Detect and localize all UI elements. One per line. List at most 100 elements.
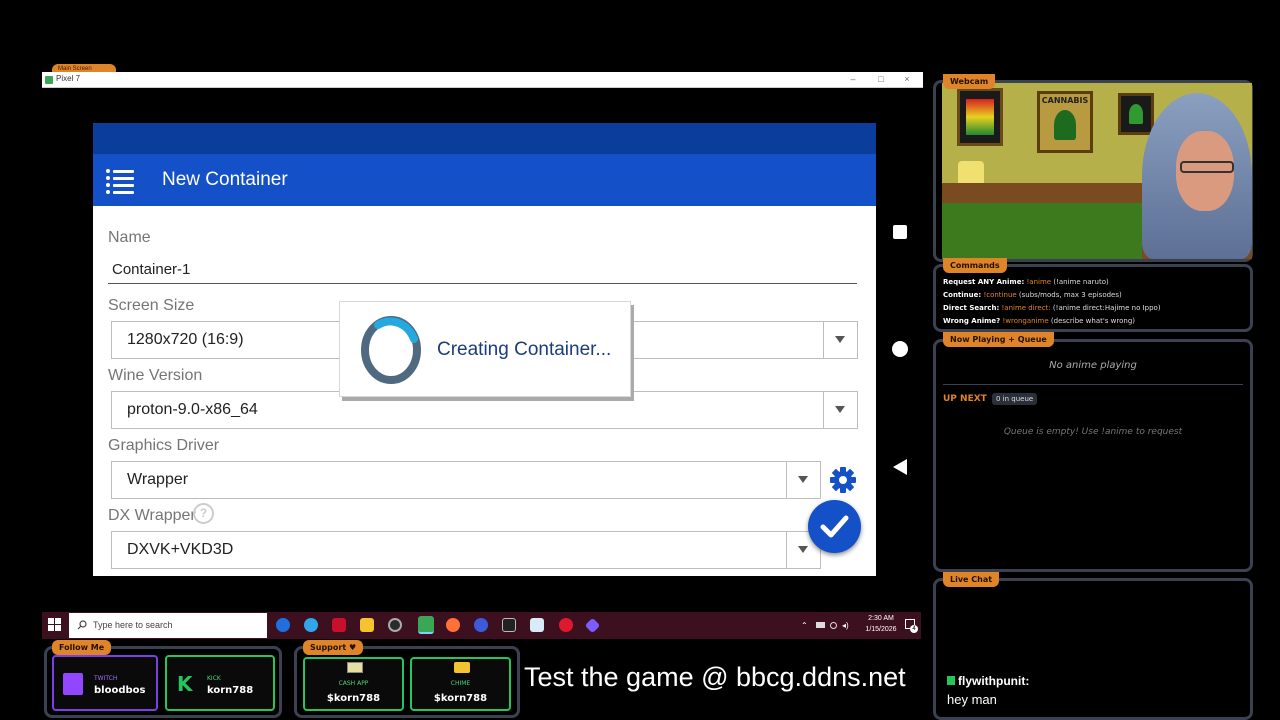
wine-version-value: proton-9.0-x86_64 [127, 401, 258, 418]
chime-handle: $korn788 [433, 693, 488, 704]
cashapp-label: CASH APP [338, 680, 369, 687]
command-line: Continue: !continue (subs/mods, max 3 ep… [943, 291, 1122, 299]
screen-size-label: Screen Size [108, 297, 195, 314]
chevron-down-icon [835, 336, 845, 343]
command-line: Direct Search: !anime direct: (!anime di… [943, 304, 1161, 312]
window-title: Pixel 7 [56, 74, 81, 83]
now-playing-tab: Now Playing + Queue [943, 332, 1054, 347]
kick-card[interactable]: K KICK korn788 [165, 655, 275, 711]
twitch-card[interactable]: TWITCH bloodbos [52, 655, 158, 711]
browser-icon[interactable] [304, 618, 318, 632]
minimize-button[interactable]: – [840, 72, 866, 87]
dx-wrapper-select[interactable]: DXVK+VKD3D [111, 531, 821, 569]
now-playing-status: No anime playing [1049, 360, 1137, 371]
dx-wrapper-value: DXVK+VKD3D [127, 541, 234, 558]
screen-size-dropdown[interactable] [823, 322, 857, 358]
obs-icon[interactable] [388, 618, 402, 632]
name-input[interactable]: Container-1 [108, 260, 857, 284]
media-player-icon[interactable] [474, 618, 488, 632]
maximize-button[interactable]: □ [868, 72, 894, 87]
twitch-label: TWITCH [94, 675, 118, 682]
loading-spinner-icon [361, 316, 421, 384]
webcam-tab: Webcam [943, 74, 996, 89]
command-line: Request ANY Anime: !anime (!anime naruto… [943, 278, 1109, 286]
chevron-down-icon [835, 406, 845, 413]
app-icon[interactable] [332, 618, 346, 632]
twitch-username: bloodbos [94, 685, 146, 696]
graphics-driver-dropdown[interactable] [786, 462, 820, 498]
lamp-image [958, 161, 984, 183]
youtube-icon[interactable] [559, 618, 573, 632]
follow-panel: TWITCH bloodbos K KICK korn788 [44, 646, 282, 718]
chime-card[interactable]: CHIME $korn788 [410, 657, 511, 711]
command-line: Wrong Anime? !wronganime (describe what'… [943, 317, 1135, 325]
streamer-image [1142, 93, 1252, 259]
now-playing-panel: No anime playing UP NEXT 0 in queue Queu… [933, 339, 1253, 572]
help-icon[interactable]: ? [193, 503, 214, 524]
poster-text: CANNABIS [1041, 96, 1089, 105]
chevron-down-icon [798, 476, 808, 483]
windows-taskbar: Type here to search ⌃ ◂) 2:30 AM 1/15/20… [42, 612, 921, 639]
network-icon[interactable] [830, 622, 837, 629]
notification-badge: 4 [910, 625, 918, 633]
confirm-button[interactable] [808, 500, 861, 553]
page-title: New Container [162, 169, 288, 190]
chime-label: CHIME [450, 680, 471, 687]
queue-count-badge: 0 in queue [992, 393, 1038, 405]
windows-start-icon[interactable] [48, 618, 62, 632]
volume-icon[interactable]: ◂) [842, 621, 849, 630]
close-button[interactable]: × [894, 72, 920, 87]
emulator-title-bar: Pixel 7 – □ × [42, 72, 923, 88]
firefox-icon[interactable] [446, 618, 460, 632]
graphics-settings-gear-icon[interactable] [829, 466, 857, 494]
status-bar [93, 123, 876, 154]
up-next-label: UP NEXT [943, 394, 987, 404]
chevron-down-icon [798, 546, 808, 553]
live-chat-tab: Live Chat [943, 572, 1000, 587]
poster-image [957, 88, 1003, 146]
live-chat-panel: flywithpunit: hey man [933, 578, 1253, 720]
cashapp-card[interactable]: CASH APP $korn788 [303, 657, 404, 711]
support-tab: Support ♥ [303, 640, 364, 655]
window-app-icon[interactable] [530, 618, 544, 632]
terminal-icon[interactable] [502, 618, 516, 632]
menu-icon[interactable] [106, 167, 134, 194]
chat-username: flywithpunit: [958, 674, 1030, 688]
follow-tab: Follow Me [52, 640, 112, 655]
clock-time[interactable]: 2:30 AM [861, 615, 901, 622]
system-tray: ⌃ ◂) 2:30 AM 1/15/2026 4 [797, 612, 918, 639]
wine-version-label: Wine Version [108, 367, 203, 384]
android-icon [45, 76, 53, 84]
chat-message: hey man [947, 692, 997, 707]
recents-button[interactable] [893, 225, 907, 239]
edge-icon[interactable] [276, 618, 290, 632]
android-studio-icon[interactable] [418, 616, 434, 634]
battery-icon[interactable] [816, 622, 825, 628]
graphics-driver-select[interactable]: Wrapper [111, 461, 821, 499]
graphics-driver-label: Graphics Driver [108, 437, 220, 454]
kick-username: korn788 [207, 685, 254, 696]
app-toolbar: New Container [93, 154, 876, 206]
file-explorer-icon[interactable] [360, 618, 374, 632]
webcam-feed: CANNABIS [942, 83, 1252, 259]
clock-date[interactable]: 1/15/2026 [857, 626, 905, 633]
android-app-screen: New Container Name Container-1 Screen Si… [93, 123, 876, 576]
test-game-banner: Test the game @ bbcg.ddns.net [524, 662, 906, 692]
dialog-message: Creating Container... [437, 339, 612, 360]
twitch-icon [63, 673, 83, 695]
chevron-up-icon[interactable]: ⌃ [801, 621, 808, 630]
queue-empty-message: Queue is empty! Use !anime to request [1003, 427, 1183, 437]
poster-image [1118, 93, 1154, 135]
progress-dialog: Creating Container... [339, 301, 631, 397]
app-icon[interactable] [584, 617, 601, 634]
graphics-driver-value: Wrapper [127, 471, 189, 488]
kick-icon [947, 676, 955, 685]
wine-version-dropdown[interactable] [823, 392, 857, 428]
home-button[interactable] [892, 341, 908, 357]
taskbar-search-box[interactable]: Type here to search [69, 613, 267, 638]
cash-icon [347, 662, 363, 673]
search-icon [77, 620, 87, 630]
card-icon [454, 662, 470, 673]
back-button[interactable] [893, 459, 907, 475]
kick-icon: K [177, 672, 193, 696]
